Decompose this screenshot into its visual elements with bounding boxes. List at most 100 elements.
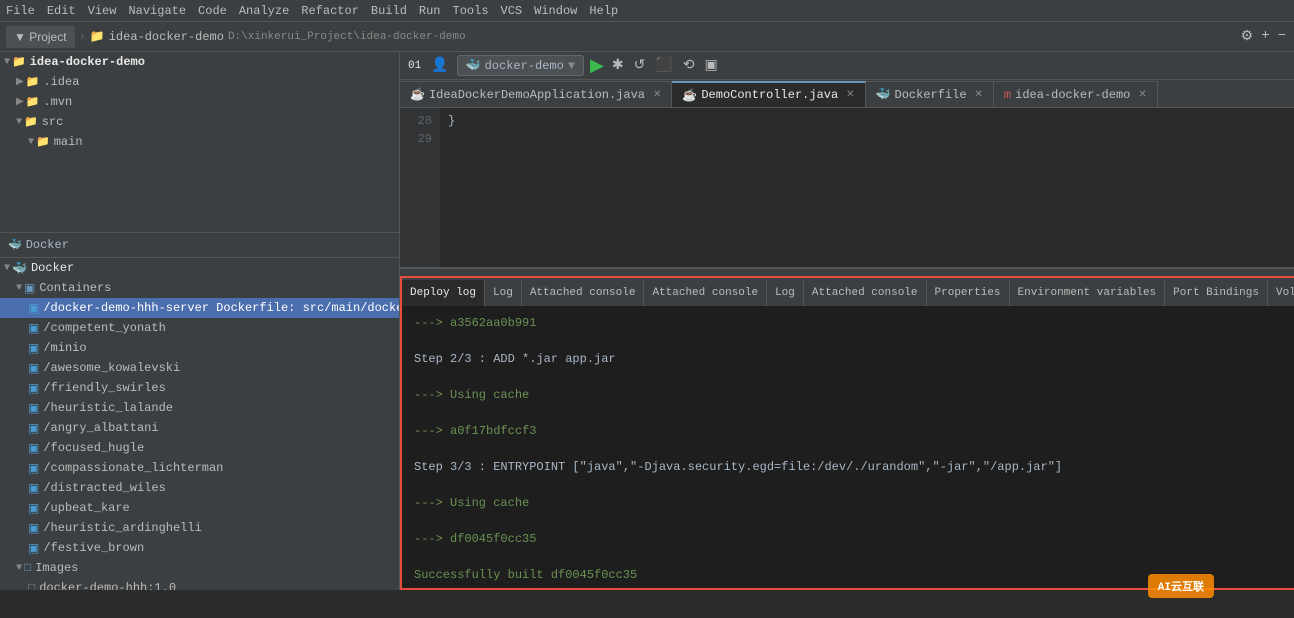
tree-root[interactable]: ▼ 📁 idea-docker-demo bbox=[0, 52, 399, 72]
docker-root[interactable]: ▼ 🐳 Docker bbox=[0, 258, 399, 278]
watermark: AI云互联 bbox=[1148, 574, 1214, 598]
container-friendly[interactable]: ▣ /friendly_swirles bbox=[0, 378, 399, 398]
menu-analyze[interactable]: Analyze bbox=[239, 4, 289, 18]
docker-icon: 🐳 bbox=[12, 261, 27, 276]
menu-build[interactable]: Build bbox=[371, 4, 407, 18]
tab-close-2[interactable]: ✕ bbox=[975, 89, 983, 101]
tree-main[interactable]: ▼ 📁 main bbox=[0, 132, 399, 152]
menu-navigate[interactable]: Navigate bbox=[128, 4, 186, 18]
container-minio-label: /minio bbox=[43, 341, 86, 355]
tab-maven-label: idea-docker-demo bbox=[1015, 88, 1130, 102]
container-compassionate[interactable]: ▣ /compassionate_lichterman bbox=[0, 458, 399, 478]
menu-file[interactable]: File bbox=[6, 4, 35, 18]
container-competent[interactable]: ▣ /competent_yonath bbox=[0, 318, 399, 338]
menu-vcs[interactable]: VCS bbox=[501, 4, 523, 18]
tab-ideadockerdemo-label: IdeaDockerDemoApplication.java bbox=[429, 88, 645, 102]
tab-attached-console-3[interactable]: Attached console bbox=[804, 280, 927, 306]
console-line-8: Step 3/3 : ENTRYPOINT ["java","-Djava.se… bbox=[414, 458, 1294, 476]
tab-log-2[interactable]: Log bbox=[767, 280, 804, 306]
container-heuristic2[interactable]: ▣ /heuristic_ardinghelli bbox=[0, 518, 399, 538]
tab-ideadockerdemo[interactable]: ☕ IdeaDockerDemoApplication.java ✕ bbox=[400, 81, 672, 107]
console-line-10: ---> Using cache bbox=[414, 494, 1294, 512]
settings-icon[interactable]: ⚙ bbox=[1239, 26, 1256, 47]
menu-run[interactable]: Run bbox=[419, 4, 441, 18]
container-heuristic[interactable]: ▣ /heuristic_lalande bbox=[0, 398, 399, 418]
run-person-icon: 👤 bbox=[429, 55, 450, 76]
console-line-5 bbox=[414, 404, 1294, 422]
menu-code[interactable]: Code bbox=[198, 4, 227, 18]
breadcrumb-idea-docker-demo[interactable]: 📁idea-docker-demo bbox=[90, 29, 224, 44]
toolbar-icon-1[interactable]: ✱ bbox=[610, 55, 626, 76]
toolbar-icon-2[interactable]: ↺ bbox=[632, 55, 648, 76]
minus-icon[interactable]: − bbox=[1276, 26, 1288, 47]
tab-properties[interactable]: Properties bbox=[927, 280, 1010, 306]
container-icon-6: ▣ bbox=[28, 441, 39, 456]
menu-refactor[interactable]: Refactor bbox=[301, 4, 359, 18]
tab-close-0[interactable]: ✕ bbox=[653, 89, 661, 101]
menu-view[interactable]: View bbox=[88, 4, 117, 18]
tab-close-1[interactable]: ✕ bbox=[846, 89, 854, 101]
tab-volume-bindings-label: Volume Bindings bbox=[1276, 287, 1294, 299]
container-focused-label: /focused_hugle bbox=[43, 441, 144, 455]
tab-attached-console-1[interactable]: Attached console bbox=[522, 280, 645, 306]
container-competent-label: /competent_yonath bbox=[43, 321, 165, 335]
menu-edit[interactable]: Edit bbox=[47, 4, 76, 18]
container-angry[interactable]: ▣ /angry_albattani bbox=[0, 418, 399, 438]
run-button[interactable]: ▶ bbox=[590, 55, 604, 77]
container-friendly-label: /friendly_swirles bbox=[43, 381, 165, 395]
plus-icon[interactable]: + bbox=[1259, 26, 1271, 47]
tab-port-bindings[interactable]: Port Bindings bbox=[1165, 280, 1268, 306]
console-line-1 bbox=[414, 332, 1294, 350]
menu-bar: File Edit View Navigate Code Analyze Ref… bbox=[0, 0, 1294, 22]
tab-log-1-label: Log bbox=[493, 287, 513, 299]
tab-deploy-log-label: Deploy log bbox=[410, 287, 476, 299]
arrow-1: ---> Using cache bbox=[414, 388, 529, 402]
console-line-12: ---> df0045f0cc35 bbox=[414, 530, 1294, 548]
images-node[interactable]: ▼ □ Images bbox=[0, 558, 399, 578]
tab-dockerfile[interactable]: 🐳 Dockerfile ✕ bbox=[866, 81, 994, 107]
toolbar-icon-3[interactable]: ⬛ bbox=[653, 55, 674, 76]
tab-attached-console-2[interactable]: Attached console bbox=[644, 280, 767, 306]
tab-close-3[interactable]: ✕ bbox=[1138, 89, 1146, 101]
menu-help[interactable]: Help bbox=[589, 4, 618, 18]
run-config-selector[interactable]: 🐳 docker-demo ▼ bbox=[457, 55, 584, 76]
horizontal-scrollbar[interactable] bbox=[400, 268, 1294, 276]
container-distracted[interactable]: ▣ /distracted_wiles bbox=[0, 478, 399, 498]
image-icon-0: □ bbox=[28, 581, 35, 590]
tab-env-vars[interactable]: Environment variables bbox=[1010, 280, 1166, 306]
tab-volume-bindings[interactable]: Volume Bindings bbox=[1268, 280, 1294, 306]
menu-tools[interactable]: Tools bbox=[453, 4, 489, 18]
tab-log-1[interactable]: Log bbox=[485, 280, 522, 306]
container-icon-8: ▣ bbox=[28, 481, 39, 496]
tree-idea[interactable]: ▶ 📁 .idea bbox=[0, 72, 399, 92]
tab-maven[interactable]: m idea-docker-demo ✕ bbox=[994, 81, 1158, 107]
tab-log-2-label: Log bbox=[775, 287, 795, 299]
container-icon-0: ▣ bbox=[28, 321, 39, 336]
tree-src[interactable]: ▼ 📁 src bbox=[0, 112, 399, 132]
project-dropdown[interactable]: ▼ Project bbox=[6, 26, 75, 48]
container-upbeat[interactable]: ▣ /upbeat_kare bbox=[0, 498, 399, 518]
tab-deploy-log[interactable]: Deploy log bbox=[402, 280, 485, 306]
run-bar: 01 👤 🐳 docker-demo ▼ ▶ ✱ ↺ ⬛ ⟲ ▣ bbox=[400, 52, 1294, 80]
toolbar-icon-5[interactable]: ▣ bbox=[703, 55, 720, 76]
container-minio[interactable]: ▣ /minio bbox=[0, 338, 399, 358]
arrow-0: ---> a3562aa0b991 bbox=[414, 316, 536, 330]
container-festive[interactable]: ▣ /festive_brown bbox=[0, 538, 399, 558]
containers-node[interactable]: ▼ ▣ Containers bbox=[0, 278, 399, 298]
toolbar-icon-4[interactable]: ⟲ bbox=[681, 55, 697, 76]
docker-panel-header: 🐳 Docker bbox=[0, 232, 399, 258]
tab-attached-1-label: Attached console bbox=[530, 287, 636, 299]
container-awesome[interactable]: ▣ /awesome_kowalevski bbox=[0, 358, 399, 378]
java-icon-1: ☕ bbox=[682, 88, 697, 103]
tab-democontroller[interactable]: ☕ DemoController.java ✕ bbox=[672, 81, 865, 107]
menu-window[interactable]: Window bbox=[534, 4, 577, 18]
tree-mvn[interactable]: ▶ 📁 .mvn bbox=[0, 92, 399, 112]
tab-attached-2-label: Attached console bbox=[652, 287, 758, 299]
tree-mvn-label: .mvn bbox=[43, 95, 72, 109]
container-focused[interactable]: ▣ /focused_hugle bbox=[0, 438, 399, 458]
container-docker-demo-hhh[interactable]: ▣ /docker-demo-hhh-server Dockerfile: sr… bbox=[0, 298, 399, 318]
container-heuristic-label: /heuristic_lalande bbox=[43, 401, 173, 415]
image-docker-demo[interactable]: □ docker-demo-hhh:1.0 bbox=[0, 578, 399, 590]
code-content[interactable]: } bbox=[440, 108, 1294, 267]
step-2: Step 2/3 : ADD *.jar app.jar bbox=[414, 352, 616, 366]
